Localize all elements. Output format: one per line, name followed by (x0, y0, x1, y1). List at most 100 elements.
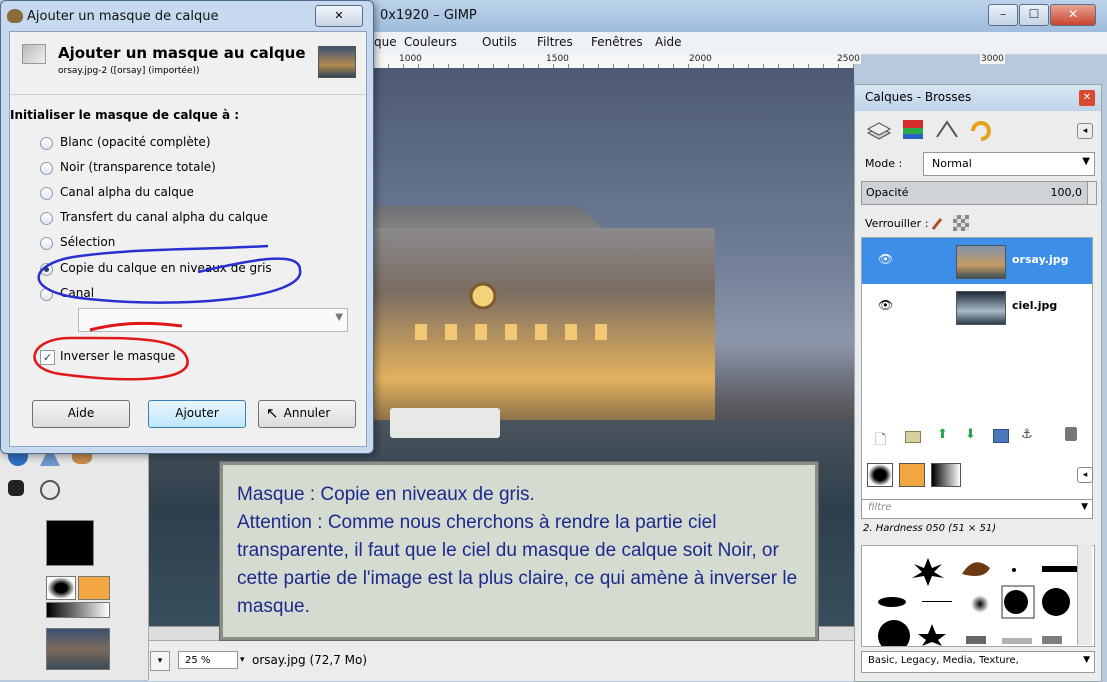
layer-thumbnail (956, 291, 1006, 325)
trash-icon[interactable] (1065, 427, 1077, 441)
radio-button[interactable] (40, 237, 53, 250)
new-layer-icon[interactable]: 🗋 (875, 429, 886, 453)
chevron-down-icon[interactable]: ▾ (240, 651, 250, 669)
menu-couleurs[interactable]: Couleurs (404, 35, 457, 49)
anchor-icon[interactable]: ⚓ (1021, 427, 1033, 442)
layer-preview-thumbnail (318, 46, 356, 78)
ruler-label: 1500 (545, 54, 570, 64)
invert-mask-label[interactable]: Inverser le masque (60, 349, 175, 363)
dialog-header-title: Ajouter un masque au calque (58, 44, 306, 62)
layers-panel-title: Calques - Brosses (865, 90, 972, 104)
brush-name: 2. Hardness 050 (51 × 51) (863, 523, 997, 534)
photo-boat (390, 408, 500, 438)
option-label: Blanc (opacité complète) (60, 135, 211, 149)
layers-panel: Calques - Brosses ✕ ◂ Mode : Normal ▼ Op… (854, 84, 1102, 682)
note-line-1: Masque : Copie en niveaux de gris. (237, 484, 535, 505)
paths-tab-icon[interactable] (933, 117, 961, 143)
duplicate-layer-icon[interactable] (993, 429, 1009, 443)
ink-tool-icon[interactable] (8, 480, 24, 496)
maximize-button[interactable]: ☐ (1019, 4, 1049, 26)
radio-button[interactable] (40, 137, 53, 150)
note-text: Masque : Copie en niveaux de gris. Atten… (237, 481, 807, 621)
tags-field[interactable]: Basic, Legacy, Media, Texture, ▼ (861, 651, 1095, 673)
menu-fenetres[interactable]: Fenêtres (591, 35, 643, 49)
radio-button[interactable] (40, 187, 53, 200)
brush-lock-icon[interactable] (931, 215, 945, 231)
opacity-slider[interactable]: Opacité 100,0 (861, 181, 1089, 205)
help-button[interactable]: Aide (32, 400, 130, 428)
filter-placeholder: filtre (868, 502, 892, 513)
minimize-button[interactable]: – (988, 4, 1018, 26)
new-group-icon[interactable] (905, 431, 921, 443)
file-info: orsay.jpg (72,7 Mo) (252, 653, 368, 667)
dialog-header-subtitle: orsay.jpg-2 ([orsay] (importée)) (58, 66, 200, 76)
gradient-preview[interactable] (46, 602, 110, 618)
brush-preview[interactable] (46, 576, 76, 600)
dialog-header: Ajouter un masque au calque orsay.jpg-2 … (10, 32, 366, 95)
invert-mask-checkbox[interactable]: ✓ (40, 350, 55, 365)
radio-button-selected[interactable] (40, 263, 53, 276)
unit-dropdown[interactable]: ▾ (150, 651, 170, 671)
ruler-label: 3000 (980, 54, 1005, 64)
menu-outils[interactable]: Outils (482, 35, 517, 49)
layer-name[interactable]: orsay.jpg (1012, 253, 1068, 266)
dialog-close-button[interactable]: ✕ (315, 5, 363, 27)
radio-button[interactable] (40, 212, 53, 225)
ruler-label: 1000 (398, 54, 423, 64)
gimp-wilber-icon (7, 9, 23, 23)
menu-aide[interactable]: Aide (655, 35, 682, 49)
layer-thumbnail (956, 245, 1006, 279)
note-line-2: Attention : Comme nous cherchons à rendr… (237, 512, 798, 617)
layer-row-ciel[interactable]: 👁 ciel.jpg (862, 284, 1092, 330)
brush-filter-field[interactable]: filtre ▼ (861, 499, 1093, 519)
ruler-label: 2500 (836, 54, 861, 64)
horizontal-ruler (374, 54, 854, 69)
add-layer-mask-dialog: Ajouter un masque de calque ✕ Ajouter un… (0, 0, 374, 454)
opacity-spinner[interactable] (1087, 181, 1097, 205)
layers-tab-icon[interactable] (865, 117, 893, 143)
eye-icon[interactable]: 👁 (878, 252, 893, 266)
alpha-lock-icon[interactable] (953, 215, 969, 231)
section-label: Initialiser le masque de calque à : (10, 108, 240, 122)
menu-calque[interactable]: que (374, 35, 397, 49)
channels-tab-icon[interactable] (899, 117, 927, 143)
brush-grid-scrollbar[interactable] (1077, 545, 1092, 645)
mouse-cursor-icon: ↖ (266, 404, 279, 422)
ruler-label: 2000 (688, 54, 713, 64)
radio-button[interactable] (40, 162, 53, 175)
menu-filtres[interactable]: Filtres (537, 35, 573, 49)
option-label: Copie du calque en niveaux de gris (60, 261, 272, 275)
option-label: Canal (60, 286, 95, 300)
channel-select[interactable]: ▼ (78, 308, 348, 332)
add-button[interactable]: Ajouter (148, 400, 246, 428)
foreground-color-swatch[interactable] (46, 520, 94, 566)
close-window-button[interactable]: ✕ (1050, 4, 1096, 26)
mode-value: Normal (932, 157, 972, 170)
gimp-window-title: 0x1920 – GIMP (380, 8, 477, 23)
close-icon[interactable]: ✕ (1079, 90, 1095, 106)
tab-menu-button[interactable]: ◂ (1077, 467, 1093, 483)
option-label: Transfert du canal alpha du calque (60, 210, 268, 224)
tab-menu-button[interactable]: ◂ (1077, 123, 1093, 139)
mode-select[interactable]: Normal ▼ (923, 152, 1095, 176)
image-thumbnail[interactable] (46, 628, 110, 670)
layer-row-orsay[interactable]: 👁 orsay.jpg (862, 238, 1092, 284)
brushes-tab-icon[interactable] (867, 463, 893, 487)
zoom-field[interactable]: 25 % (178, 651, 238, 669)
layer-list: 👁 orsay.jpg 👁 ciel.jpg (861, 237, 1093, 505)
radio-button[interactable] (40, 288, 53, 301)
brush-grid[interactable] (861, 545, 1095, 647)
undo-history-tab-icon[interactable] (967, 117, 995, 143)
eye-icon[interactable]: 👁 (878, 298, 893, 312)
airbrush-tool-icon[interactable] (40, 480, 60, 500)
gradients-tab-icon[interactable] (931, 463, 961, 487)
explanation-note: Masque : Copie en niveaux de gris. Atten… (220, 462, 818, 640)
pattern-preview[interactable] (78, 576, 110, 600)
layer-name[interactable]: ciel.jpg (1012, 299, 1057, 312)
dialog-titlebar: Ajouter un masque de calque ✕ (1, 1, 373, 31)
patterns-tab-icon[interactable] (899, 463, 925, 487)
chevron-down-icon: ▼ (1082, 156, 1090, 167)
lower-layer-icon[interactable]: ⬇ (965, 427, 976, 442)
raise-layer-icon[interactable]: ⬆ (937, 427, 948, 442)
layers-panel-titlebar: Calques - Brosses ✕ (855, 85, 1101, 111)
